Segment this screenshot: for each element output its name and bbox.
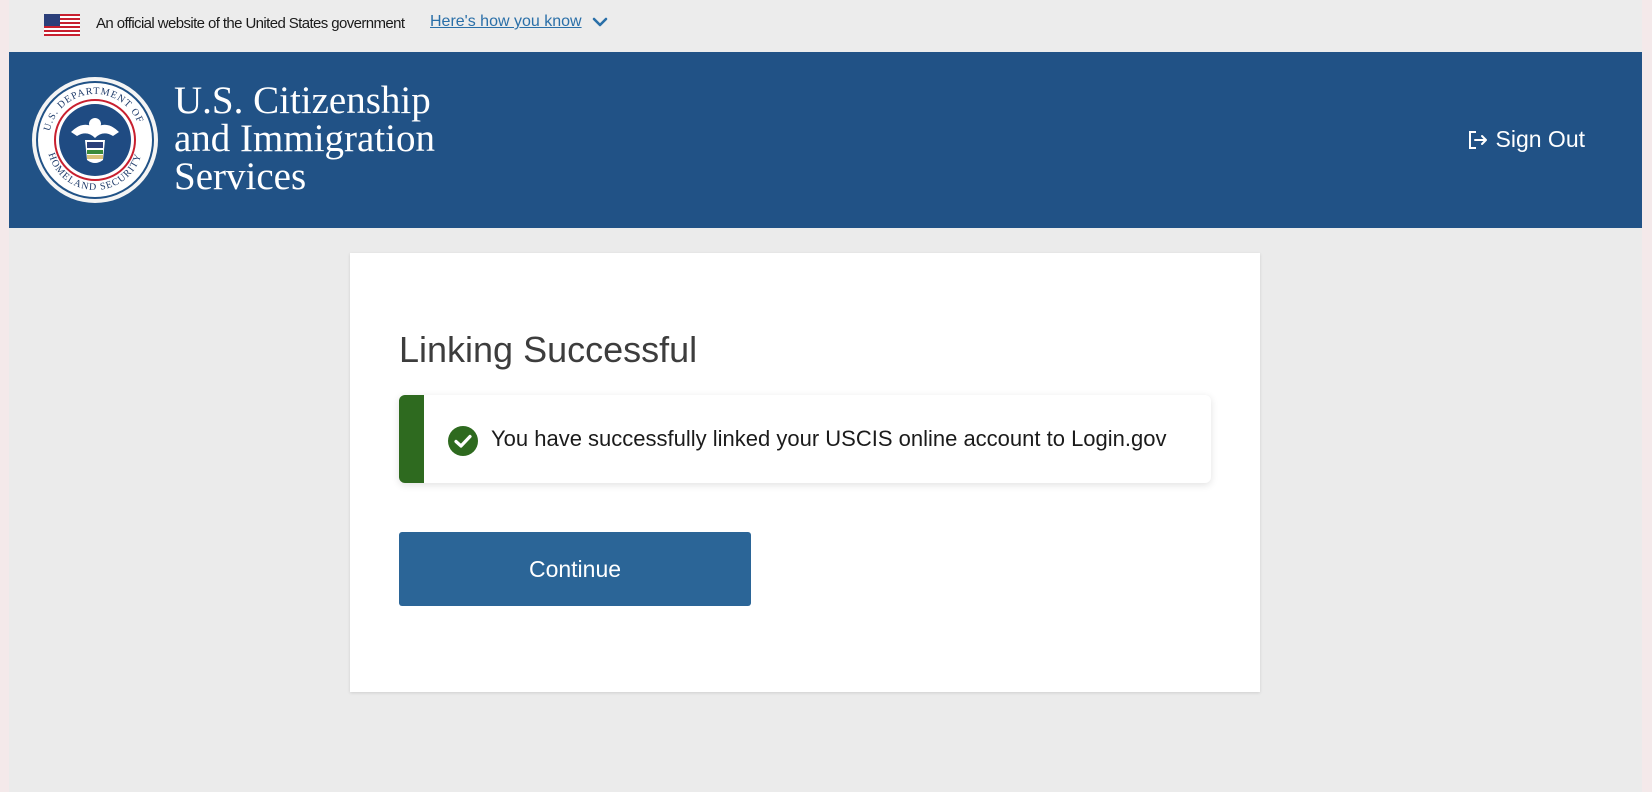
alert-message: You have successfully linked your USCIS …	[491, 426, 1167, 451]
sign-out-button[interactable]: Sign Out	[1467, 126, 1586, 153]
continue-button[interactable]: Continue	[399, 532, 751, 606]
us-flag-icon	[44, 14, 80, 36]
gov-banner: An official website of the United States…	[9, 0, 1642, 52]
linking-card: Linking Successful You have successfully…	[350, 253, 1260, 692]
dhs-seal-icon[interactable]: U.S. DEPARTMENT OF HOMELAND SECURITY	[31, 76, 159, 204]
agency-line-1: U.S. Citizenship	[174, 79, 431, 122]
alert-accent-bar	[399, 395, 424, 483]
site-header: U.S. DEPARTMENT OF HOMELAND SECURITY U.S…	[9, 52, 1642, 228]
agency-line-2: and Immigration	[174, 117, 436, 160]
chevron-down-icon	[592, 17, 607, 27]
sign-out-label: Sign Out	[1495, 126, 1586, 152]
how-you-know-label: Here's how you know	[430, 13, 582, 30]
sign-out-icon	[1468, 130, 1487, 149]
success-alert: You have successfully linked your USCIS …	[399, 395, 1211, 483]
check-circle-icon	[448, 426, 478, 456]
page-title: Linking Successful	[399, 329, 698, 370]
page-frame: An official website of the United States…	[9, 0, 1642, 792]
official-website-text: An official website of the United States…	[96, 15, 405, 32]
how-you-know-link[interactable]: Here's how you know	[430, 13, 608, 31]
agency-name[interactable]: U.S. Citizenship and Immigration Service…	[174, 79, 436, 198]
agency-line-3: Services	[174, 155, 307, 198]
